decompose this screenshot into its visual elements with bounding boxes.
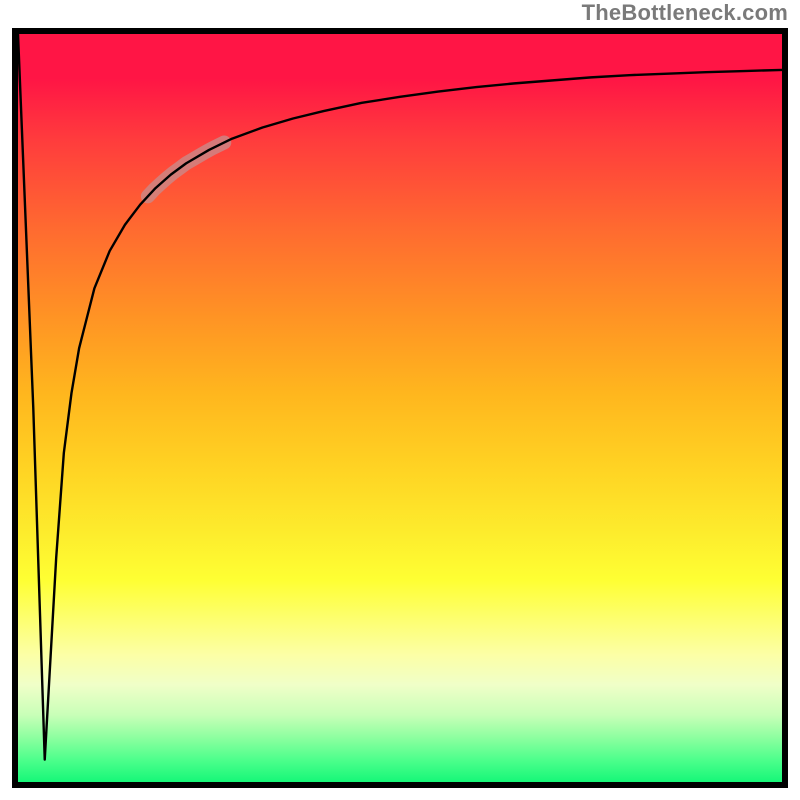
bottleneck-curve	[18, 34, 782, 760]
curve-layer	[18, 34, 782, 782]
plot-area	[12, 28, 788, 788]
chart-stage: TheBottleneck.com	[0, 0, 800, 800]
highlight-segment	[148, 142, 224, 196]
watermark-text: TheBottleneck.com	[582, 0, 788, 26]
